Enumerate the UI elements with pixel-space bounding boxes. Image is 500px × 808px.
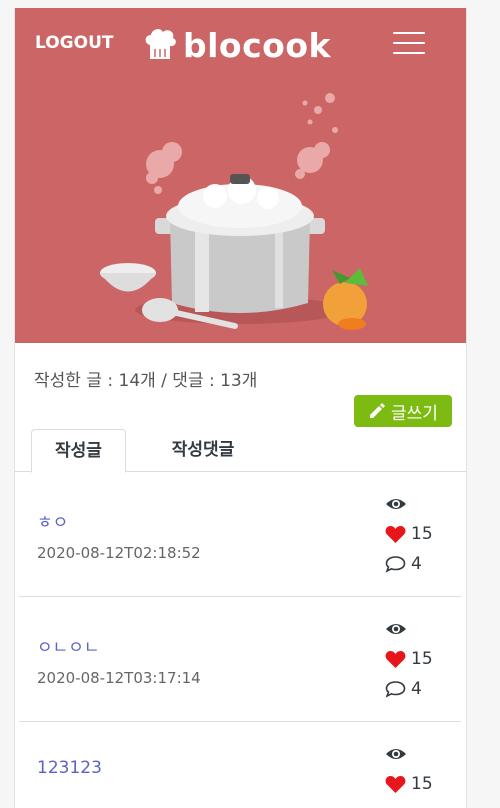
write-post-button[interactable]: 글쓰기 (354, 395, 452, 427)
tab-posts[interactable]: 작성글 (31, 429, 126, 473)
post-meta: 15 4 (385, 489, 433, 579)
like-count: 15 (411, 524, 433, 544)
like-row: 15 (385, 519, 433, 549)
like-row: 15 (385, 769, 433, 799)
eye-icon (386, 749, 406, 759)
like-row: 15 (385, 644, 433, 674)
hero-banner: LOGOUT blocook (15, 8, 466, 343)
write-post-label: 글쓰기 (391, 403, 438, 424)
post-date: 2020-08-12T03:17:14 (37, 669, 201, 687)
comment-count: 4 (411, 554, 422, 574)
post-title[interactable]: ㅇㄴㅇㄴ (37, 633, 100, 658)
comment-row: 4 (385, 549, 433, 579)
like-count: 15 (411, 649, 433, 669)
eye-icon (386, 499, 406, 509)
view-row (385, 489, 433, 519)
brand-name: blocook (183, 25, 331, 65)
cooking-pot-illustration (100, 93, 368, 330)
like-count: 15 (411, 774, 433, 794)
post-list-item[interactable]: ㅇㄴㅇㄴ 2020-08-12T03:17:14 15 4 (19, 597, 461, 722)
tab-comments[interactable]: 작성댓글 (148, 429, 258, 471)
post-list-item[interactable]: ㅎㅇ 2020-08-12T02:18:52 15 4 (19, 472, 461, 597)
logout-button[interactable]: LOGOUT (35, 33, 113, 53)
content-tabs: 작성글 작성댓글 (15, 429, 466, 473)
post-date: 2020-08-12T02:18:52 (37, 544, 201, 562)
post-list-item[interactable]: 123123 15 (19, 722, 461, 808)
comment-icon (385, 681, 406, 698)
eye-icon (386, 624, 406, 634)
app-frame: LOGOUT blocook 작성한 글: 14개 / 댓글: 13개 글쓰… (14, 8, 467, 808)
pencil-icon (370, 403, 386, 418)
post-meta: 15 (385, 739, 433, 799)
post-title[interactable]: ㅎㅇ (37, 508, 68, 533)
heart-icon (385, 525, 406, 543)
view-row (385, 614, 433, 644)
post-title[interactable]: 123123 (37, 758, 102, 778)
comment-icon (385, 556, 406, 573)
comment-count: 4 (411, 679, 422, 699)
chef-hat-icon (145, 29, 176, 59)
brand-logo[interactable]: blocook (143, 25, 331, 65)
heart-icon (385, 650, 406, 668)
heart-icon (385, 775, 406, 793)
post-meta: 15 4 (385, 614, 433, 704)
view-row (385, 739, 433, 769)
comment-row: 4 (385, 674, 433, 704)
hamburger-menu-icon[interactable] (393, 30, 425, 56)
stats-summary: 작성한 글 : 14개 / 댓글 : 13개 (34, 371, 258, 391)
